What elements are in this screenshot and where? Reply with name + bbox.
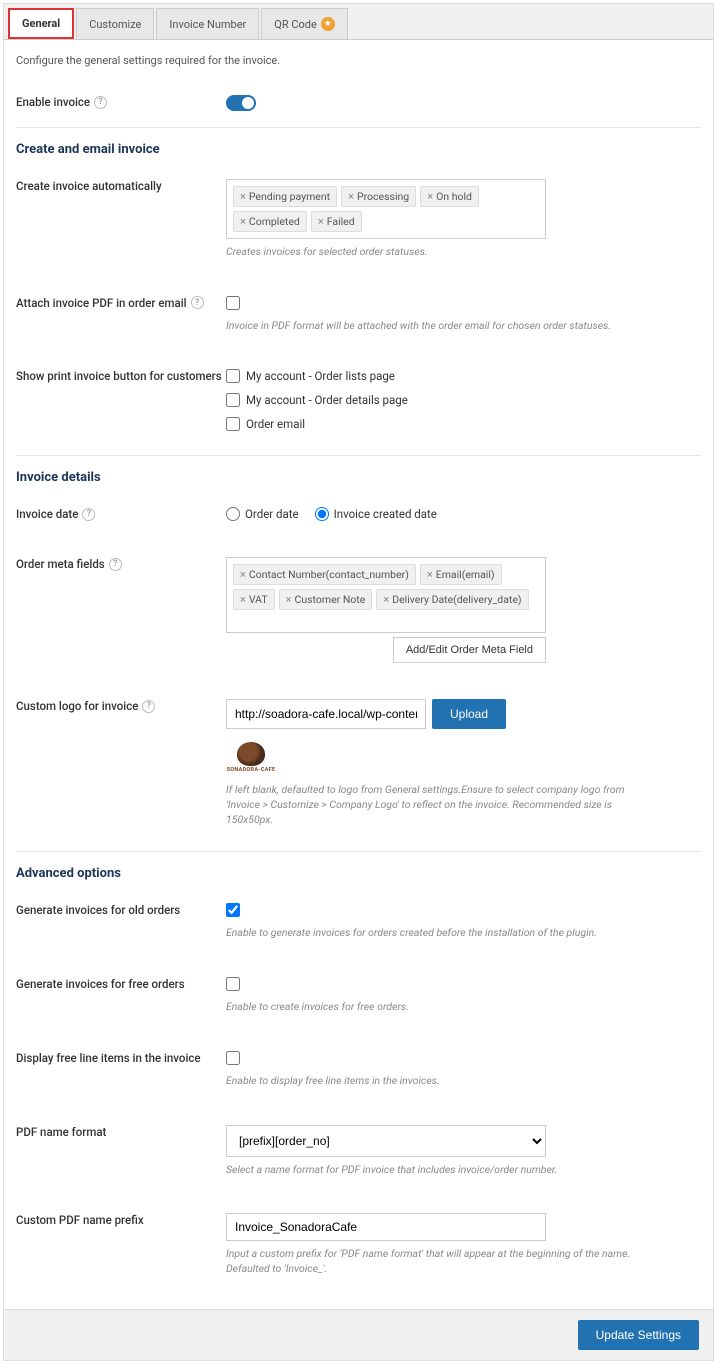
radio-label: Order date (245, 507, 299, 521)
help-icon[interactable]: ? (109, 558, 122, 571)
create-auto-label: Create invoice automatically (16, 179, 162, 193)
tabs-bar: General Customize Invoice Number QR Code… (4, 4, 713, 40)
order-meta-label: Order meta fields (16, 557, 105, 571)
help-icon[interactable]: ? (191, 296, 204, 309)
invoice-date-label: Invoice date (16, 507, 78, 521)
show-print-opt-label: Order email (246, 417, 305, 431)
chip-status[interactable]: Pending payment (233, 186, 337, 207)
gen-old-label: Generate invoices for old orders (16, 903, 180, 917)
footer-bar: Update Settings (4, 1309, 713, 1360)
tab-qr-code[interactable]: QR Code ★ (261, 8, 348, 39)
invoice-date-created-radio[interactable] (315, 507, 329, 521)
tab-qr-label: QR Code (274, 18, 317, 31)
create-auto-chipbox[interactable]: Pending payment Processing On hold Compl… (226, 179, 546, 239)
chip-meta[interactable]: Email(email) (420, 564, 502, 585)
custom-logo-input[interactable] (226, 699, 426, 729)
enable-invoice-label: Enable invoice (16, 95, 90, 109)
section-create-email: Create and email invoice (16, 134, 701, 161)
section-invoice-details: Invoice details (16, 462, 701, 489)
tab-general[interactable]: General (8, 8, 74, 39)
gen-old-checkbox[interactable] (226, 903, 240, 917)
attach-pdf-hint: Invoice in PDF format will be attached w… (226, 319, 646, 334)
show-print-opt-label: My account - Order lists page (246, 369, 395, 383)
pdf-prefix-input[interactable] (226, 1213, 546, 1241)
chip-status[interactable]: Completed (233, 211, 307, 232)
logo-image-icon (237, 742, 265, 766)
show-print-opt-label: My account - Order details page (246, 393, 408, 407)
chip-meta[interactable]: Contact Number(contact_number) (233, 564, 416, 585)
order-meta-chipbox[interactable]: Contact Number(contact_number) Email(ema… (226, 557, 546, 633)
attach-pdf-label: Attach invoice PDF in order email (16, 296, 187, 310)
pdf-prefix-hint: Input a custom prefix for 'PDF name form… (226, 1247, 646, 1276)
gen-free-checkbox[interactable] (226, 977, 240, 991)
enable-invoice-toggle[interactable] (226, 95, 256, 111)
chip-status[interactable]: On hold (420, 186, 479, 207)
gen-old-hint: Enable to generate invoices for orders c… (226, 926, 646, 941)
upload-button[interactable]: Upload (432, 699, 506, 729)
pdf-format-label: PDF name format (16, 1125, 106, 1139)
gen-free-label: Generate invoices for free orders (16, 977, 185, 991)
gen-free-hint: Enable to create invoices for free order… (226, 1000, 646, 1015)
show-print-label: Show print invoice button for customers (16, 369, 222, 383)
custom-logo-hint: If left blank, defaulted to logo from Ge… (226, 783, 646, 827)
invoice-date-order-radio[interactable] (226, 507, 240, 521)
display-free-checkbox[interactable] (226, 1051, 240, 1065)
logo-text: SONADORA-CAFE (227, 767, 276, 773)
help-icon[interactable]: ? (82, 508, 95, 521)
chip-status[interactable]: Failed (311, 211, 362, 232)
attach-pdf-checkbox[interactable] (226, 296, 240, 310)
page-description: Configure the general settings required … (16, 54, 701, 67)
show-print-orderemail-checkbox[interactable] (226, 417, 240, 431)
display-free-hint: Enable to display free line items in the… (226, 1074, 646, 1089)
pdf-format-hint: Select a name format for PDF invoice tha… (226, 1163, 646, 1178)
logo-preview: SONADORA-CAFE (226, 737, 276, 777)
chip-meta[interactable]: Delivery Date(delivery_date) (376, 589, 528, 610)
create-auto-hint: Creates invoices for selected order stat… (226, 245, 646, 260)
show-print-orderdetails-checkbox[interactable] (226, 393, 240, 407)
help-icon[interactable]: ? (94, 96, 107, 109)
show-print-orderlists-checkbox[interactable] (226, 369, 240, 383)
tab-customize[interactable]: Customize (76, 8, 154, 39)
premium-badge-icon: ★ (321, 17, 335, 31)
pdf-format-select[interactable]: [prefix][order_no] (226, 1125, 546, 1157)
add-edit-meta-button[interactable]: Add/Edit Order Meta Field (393, 637, 546, 663)
pdf-prefix-label: Custom PDF name prefix (16, 1213, 144, 1227)
help-icon[interactable]: ? (142, 700, 155, 713)
custom-logo-label: Custom logo for invoice (16, 699, 138, 713)
section-advanced: Advanced options (16, 858, 701, 885)
chip-meta[interactable]: Customer Note (279, 589, 373, 610)
chip-status[interactable]: Processing (341, 186, 416, 207)
chip-meta[interactable]: VAT (233, 589, 275, 610)
tab-invoice-number[interactable]: Invoice Number (156, 8, 259, 39)
update-settings-button[interactable]: Update Settings (578, 1320, 699, 1350)
radio-label: Invoice created date (334, 507, 437, 521)
display-free-label: Display free line items in the invoice (16, 1051, 201, 1065)
